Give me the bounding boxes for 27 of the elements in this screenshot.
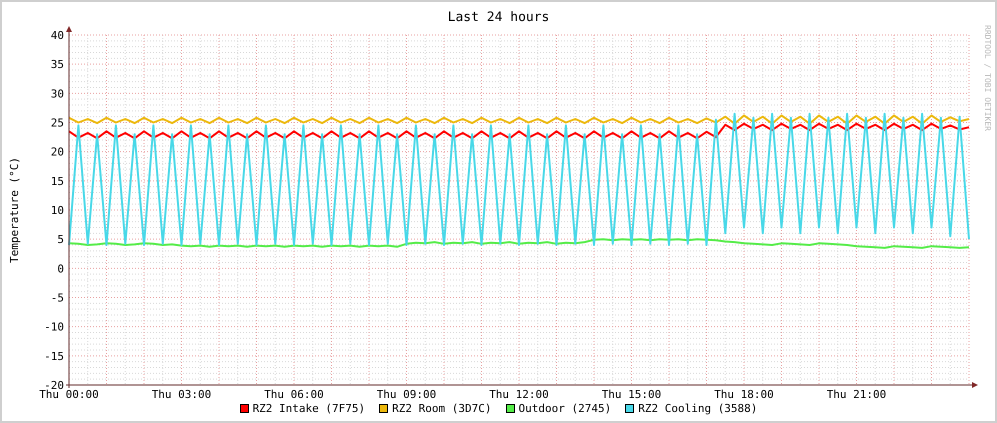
- y-tick-label: -15: [44, 350, 64, 363]
- y-tick-label: 20: [50, 146, 64, 159]
- x-tick-label: Thu 15:00: [602, 388, 662, 399]
- x-tick-label: Thu 06:00: [264, 388, 324, 399]
- x-tick-label: Thu 09:00: [376, 388, 436, 399]
- y-tick-label: -10: [44, 320, 64, 334]
- y-tick-label: 15: [50, 174, 64, 188]
- legend-label: RZ2 Cooling (3588): [638, 402, 758, 414]
- legend-label: RZ2 Intake (7F75): [252, 402, 366, 414]
- y-tick-label: 5: [57, 233, 64, 246]
- y-tick-label: 30: [50, 87, 64, 100]
- y-tick-label: 35: [50, 58, 64, 72]
- legend-label: RZ2 Room (3D7C): [392, 402, 492, 414]
- y-tick-label: 0: [57, 262, 64, 276]
- x-tick-label: Thu 12:00: [489, 388, 549, 399]
- x-tick-label: Thu 21:00: [826, 388, 886, 399]
- y-axis-label: Temperature (°C): [8, 157, 21, 263]
- y-tick-label: 10: [50, 204, 64, 217]
- legend-label: Outdoor (2745): [518, 402, 612, 414]
- x-tick-label: Thu 00:00: [39, 388, 99, 399]
- y-tick-label: 40: [50, 29, 64, 42]
- y-tick-label: -5: [50, 292, 64, 304]
- chart-title: Last 24 hours: [448, 11, 550, 24]
- y-tick-label: 25: [50, 116, 64, 130]
- x-tick-label: Thu 03:00: [152, 388, 212, 399]
- x-tick-label: Thu 18:00: [714, 388, 774, 399]
- credit-text: RRDTOOL / TOBI OETIKER: [983, 25, 992, 131]
